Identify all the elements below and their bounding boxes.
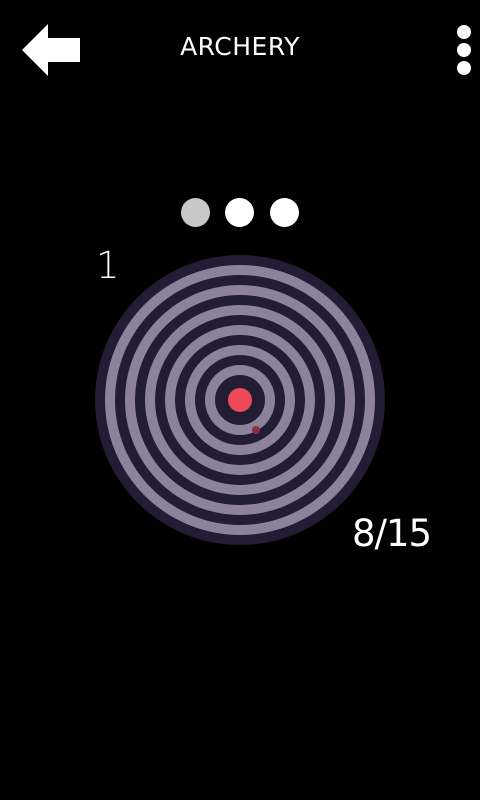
vertical-dots-icon (457, 25, 471, 75)
target-svg (95, 255, 385, 545)
score-counter: 8/15 (352, 512, 432, 555)
attempts-indicator (180, 198, 300, 228)
arrow-hit-mark (252, 426, 260, 434)
target-board[interactable] (95, 255, 385, 545)
attempt-dot-2 (225, 198, 254, 227)
attempt-dot-1 (181, 198, 210, 227)
menu-button[interactable] (448, 20, 480, 80)
page-title: ARCHERY (180, 32, 300, 61)
game-screen: ARCHERY 1 8/15 (0, 0, 480, 800)
attempt-dot-3 (270, 198, 299, 227)
bullseye (228, 388, 252, 412)
